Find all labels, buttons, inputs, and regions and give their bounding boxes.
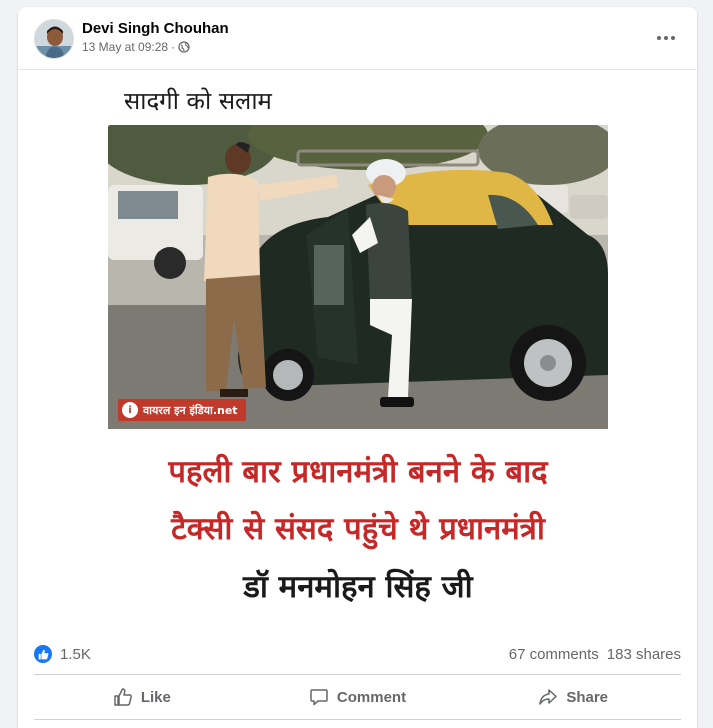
author-name[interactable]: Devi Singh Chouhan	[82, 20, 229, 37]
headline-line-3: डॉ मनमोहन सिंह जी	[243, 569, 473, 605]
divider	[34, 674, 681, 675]
watermark-badge: i वायरल इन इंडिया.net	[118, 399, 246, 421]
like-reaction-icon[interactable]	[34, 645, 52, 663]
taxi-scene-illustration	[108, 125, 608, 429]
share-arrow-icon	[539, 689, 558, 705]
post-meta: 13 May at 09:28 ·	[82, 40, 190, 54]
comment-count[interactable]: 67 comments	[509, 646, 599, 663]
comment-icon	[310, 689, 328, 706]
like-button[interactable]: Like	[34, 679, 250, 715]
post-timestamp[interactable]: 13 May at 09:28	[82, 40, 168, 54]
headline-line-2: टैक्सी से संसद पहुंचे थे प्रधानमंत्री	[171, 511, 545, 547]
engagement-stats: 1.5K 67 comments 183 shares	[34, 643, 681, 665]
comment-button[interactable]: Comment	[250, 679, 466, 715]
avatar[interactable]	[34, 19, 74, 59]
share-count[interactable]: 183 shares	[607, 646, 681, 663]
divider	[34, 719, 681, 720]
more-horizontal-icon	[657, 36, 675, 40]
post-header: Devi Singh Chouhan 13 May at 09:28 ·	[18, 7, 697, 69]
meta-separator: ·	[171, 40, 176, 54]
reaction-count[interactable]: 1.5K	[60, 646, 91, 663]
post-card: Devi Singh Chouhan 13 May at 09:28 · साद…	[18, 7, 697, 728]
more-options-button[interactable]	[651, 25, 681, 51]
post-actions: Like Comment Share	[34, 679, 681, 715]
watermark-logo-icon: i	[122, 402, 138, 418]
thumbs-up-icon	[114, 688, 132, 706]
taxi-photo: i वायरल इन इंडिया.net	[108, 125, 608, 429]
share-label: Share	[566, 688, 609, 706]
post-image[interactable]: सादगी को सलाम i वायरल इन इंडिया.net पहली…	[18, 69, 697, 633]
watermark-text: वायरल इन इंडिया.net	[143, 403, 238, 417]
image-top-text: सादगी को सलाम	[124, 87, 272, 115]
avatar-image	[35, 20, 73, 58]
headline-line-1: पहली बार प्रधानमंत्री बनने के बाद	[168, 454, 548, 490]
stats-right: 67 comments 183 shares	[509, 646, 681, 663]
comment-label: Comment	[336, 688, 407, 706]
globe-icon	[178, 41, 190, 53]
like-label: Like	[140, 688, 171, 706]
share-button[interactable]: Share	[465, 679, 681, 715]
